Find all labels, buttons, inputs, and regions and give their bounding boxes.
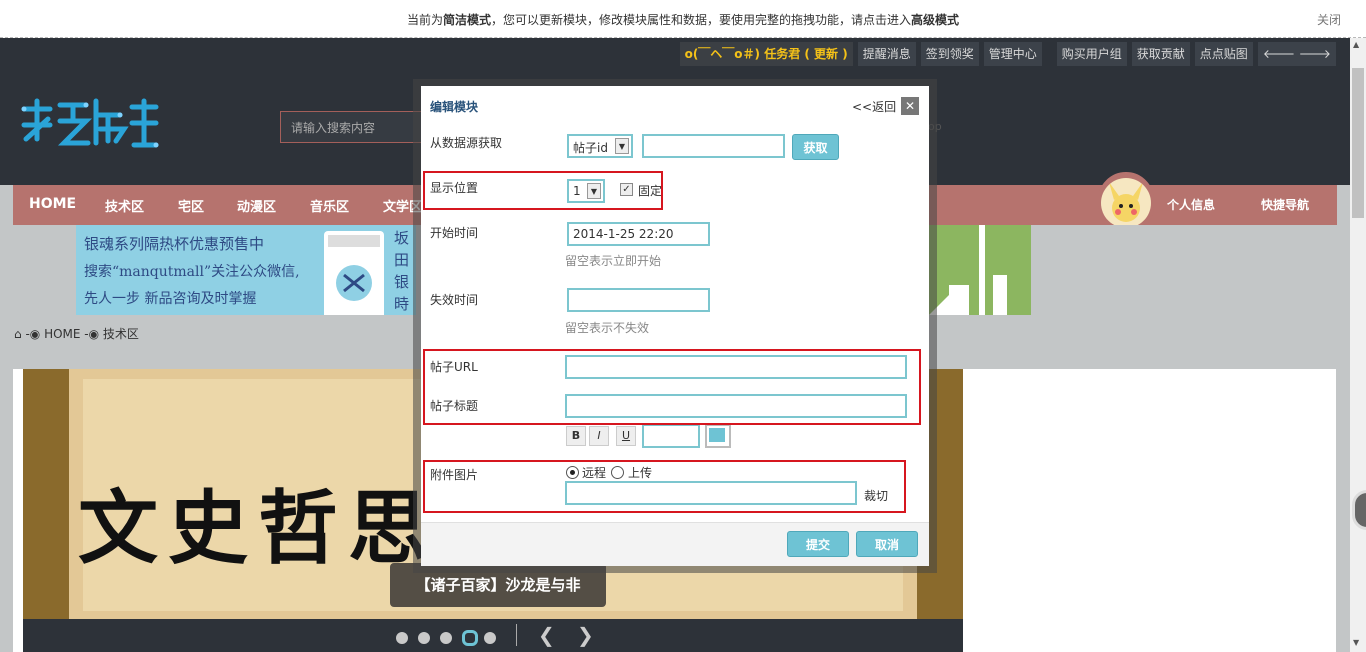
fetch-button[interactable]: 获取 <box>792 134 839 160</box>
slide-dot[interactable] <box>440 632 452 644</box>
close-icon[interactable]: ✕ <box>901 97 919 115</box>
prev-arrow-icon[interactable]: ❮ <box>538 623 555 647</box>
start-time-label: 开始时间 <box>430 226 479 240</box>
breadcrumb: ⌂ -◉ HOME -◉ 技术区 <box>14 327 139 341</box>
cancel-button[interactable]: 取消 <box>856 531 918 557</box>
ad-line-1: 银魂系列隔热杯优惠预售中 <box>84 235 265 253</box>
next-arrow-icon[interactable]: ❯ <box>577 623 594 647</box>
mode-notice-text: 当前为简洁模式，您可以更新模块，修改模块属性和数据，要使用完整的拖拽功能，请点击… <box>406 13 960 27</box>
underline-button[interactable]: U <box>616 426 636 446</box>
bold-button[interactable]: B <box>566 426 586 446</box>
slide-dot[interactable] <box>484 632 496 644</box>
end-time-label: 失效时间 <box>430 293 479 307</box>
mode-notice-bar: 当前为简洁模式，您可以更新模块，修改模块属性和数据，要使用完整的拖拽功能，请点击… <box>0 0 1366 38</box>
title-color-picker[interactable] <box>705 424 731 448</box>
toolbar-item-sticker[interactable]: 点点贴图 <box>1194 42 1253 66</box>
nav-item-otaku[interactable]: 宅区 <box>178 196 204 215</box>
title-size-input[interactable] <box>642 424 700 448</box>
ad-side-text: 坂 田 银 時 <box>394 229 410 313</box>
slide-pager: ❮ ❯ <box>23 619 963 652</box>
home-icon[interactable]: ⌂ <box>14 327 22 341</box>
slide-dot[interactable] <box>396 632 408 644</box>
end-time-input[interactable] <box>567 288 710 312</box>
toolbar-arrows-icon[interactable]: 🡐 🡒 <box>1257 42 1336 66</box>
highlight-box-post <box>423 349 921 425</box>
scroll-thumb[interactable] <box>1352 68 1364 218</box>
toolbar-item-contribution[interactable]: 获取贡献 <box>1131 42 1190 66</box>
color-swatch <box>709 428 725 442</box>
slide-calligraphy: 文史哲思 <box>78 481 438 575</box>
nav-item-tech[interactable]: 技术区 <box>105 196 144 215</box>
highlight-box-attachment <box>423 460 906 513</box>
toolbar-item-notifications[interactable]: 提醒消息 <box>857 42 916 66</box>
page-scrollbar[interactable]: ▲ ▼ <box>1350 38 1366 652</box>
nav-item-music[interactable]: 音乐区 <box>310 196 349 215</box>
ad-banner[interactable]: 银魂系列隔热杯优惠预售中 搜索“manqutmall”关注公众微信, 先人一步 … <box>76 225 416 315</box>
nav-quick-link[interactable]: 快捷导航 <box>1261 196 1309 213</box>
user-toolbar: o(￣ヘ￣o＃) 任务君 ( 更新 ) 提醒消息 签到领奖 管理中心 购买用户组… <box>679 42 1336 66</box>
pager-divider <box>516 624 517 646</box>
toolbar-item-buy-group[interactable]: 购买用户组 <box>1056 42 1127 66</box>
start-time-input[interactable]: 2014-1-25 22:20 <box>567 222 710 246</box>
nav-profile-link[interactable]: 个人信息 <box>1167 196 1215 213</box>
breadcrumb-home[interactable]: HOME <box>44 327 80 341</box>
ad-line-3: 先人一步 新品咨询及时掌握 <box>84 291 257 307</box>
breadcrumb-section[interactable]: 技术区 <box>103 327 139 341</box>
toolbar-item-admin[interactable]: 管理中心 <box>983 42 1042 66</box>
start-time-hint: 留空表示立即开始 <box>565 254 662 268</box>
pikachu-avatar-icon <box>1101 178 1151 228</box>
notice-close-link[interactable]: 关闭 <box>1317 11 1341 28</box>
ad-line-2: 搜索“manqutmall”关注公众微信, <box>84 264 300 280</box>
highlight-box-position <box>423 171 663 210</box>
scroll-up-icon[interactable]: ▲ <box>1353 40 1359 49</box>
simple-mode-label: 简洁模式 <box>442 13 491 27</box>
search-input[interactable]: 请输入搜索内容 <box>280 111 425 143</box>
ad-banner-2[interactable] <box>929 225 1031 315</box>
dialog-footer <box>421 522 929 566</box>
dialog-title: 编辑模块 <box>430 100 479 114</box>
source-select[interactable]: 帖子id ▼ <box>567 134 633 158</box>
slide-dot[interactable] <box>418 632 430 644</box>
site-logo[interactable] <box>20 95 160 151</box>
slide-dot-active[interactable] <box>462 630 478 646</box>
advanced-mode-link[interactable]: 高级模式 <box>911 13 959 27</box>
cup-image-icon <box>324 231 384 315</box>
scroll-roller-left <box>23 369 69 619</box>
toolbar-item-checkin[interactable]: 签到领奖 <box>920 42 979 66</box>
task-link[interactable]: o(￣ヘ￣o＃) 任务君 ( 更新 ) <box>679 42 853 66</box>
scroll-down-icon[interactable]: ▼ <box>1353 638 1359 647</box>
source-id-input[interactable] <box>642 134 785 158</box>
submit-button[interactable]: 提交 <box>787 531 849 557</box>
back-link[interactable]: <<返回 <box>852 98 896 115</box>
end-time-hint: 留空表示不失效 <box>565 321 650 335</box>
nav-item-anime[interactable]: 动漫区 <box>237 196 276 215</box>
chevron-down-icon: ▼ <box>615 138 629 154</box>
nav-item-home[interactable]: HOME <box>29 196 76 212</box>
source-label: 从数据源获取 <box>430 136 503 150</box>
italic-button[interactable]: I <box>589 426 609 446</box>
floating-gauge-icon[interactable] <box>1352 490 1366 530</box>
